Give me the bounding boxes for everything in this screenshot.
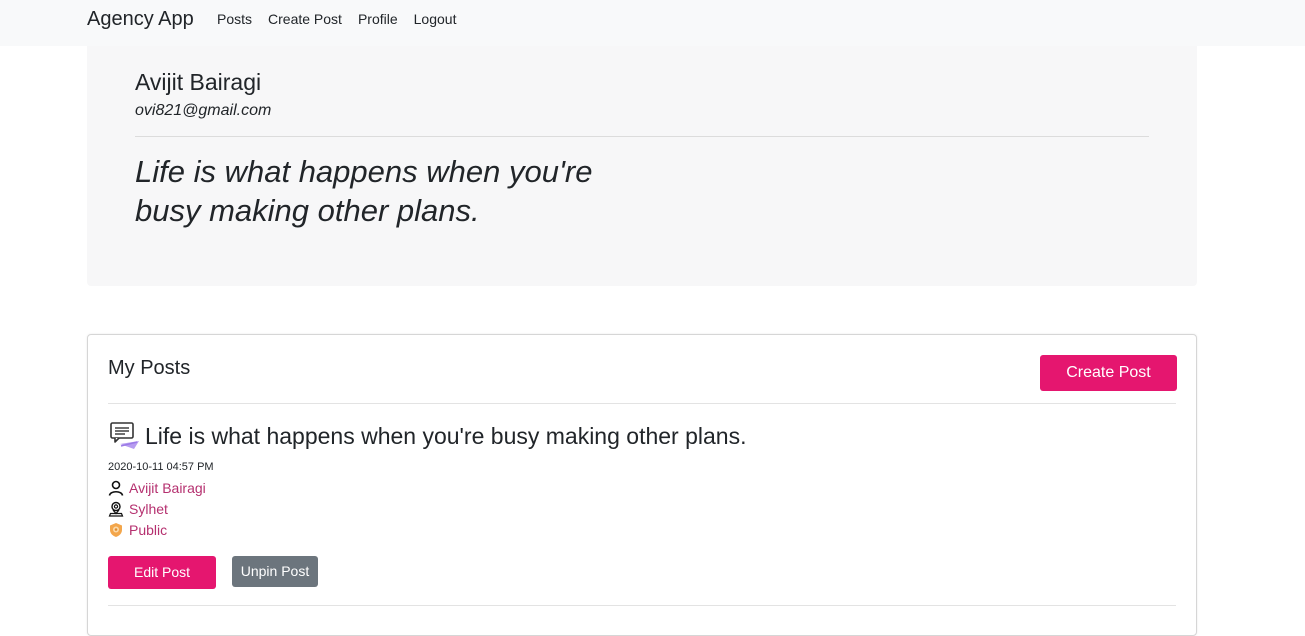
profile-quote: Life is what happens when you're busy ma…: [135, 154, 593, 228]
divider: [108, 605, 1176, 606]
post-author-row: Avijit Bairagi: [108, 479, 206, 497]
post-location-link[interactable]: Sylhet: [129, 500, 168, 518]
post-location-row: Sylhet: [108, 500, 168, 518]
post-title: Life is what happens when you're busy ma…: [145, 423, 747, 449]
unpin-post-button[interactable]: Unpin Post: [232, 556, 318, 587]
create-post-button[interactable]: Create Post: [1040, 355, 1177, 391]
edit-post-button[interactable]: Edit Post: [108, 556, 216, 589]
post-author-link[interactable]: Avijit Bairagi: [129, 479, 206, 497]
divider: [108, 403, 1176, 404]
nav-link-logout[interactable]: Logout: [414, 11, 457, 27]
post-privacy-row: Public: [108, 521, 167, 539]
nav-links: Posts Create Post Profile Logout: [217, 11, 472, 27]
post-privacy-link[interactable]: Public: [129, 521, 167, 539]
location-pin-icon: [108, 501, 124, 517]
post-date: 2020-10-11 04:57 PM: [108, 461, 214, 473]
my-posts-card: My Posts Create Post Life is what happen…: [87, 334, 1197, 636]
nav-link-profile[interactable]: Profile: [358, 11, 398, 27]
divider: [135, 136, 1149, 137]
profile-jumbotron: Avijit Bairagi ovi821@gmail.com Life is …: [87, 46, 1197, 286]
my-posts-title: My Posts: [108, 357, 191, 379]
user-icon: [108, 480, 124, 496]
brand-logo-link[interactable]: Agency App: [87, 7, 194, 31]
profile-name: Avijit Bairagi: [135, 69, 262, 95]
chat-message-icon: [108, 420, 142, 454]
navbar: Agency App Posts Create Post Profile Log…: [0, 0, 1305, 46]
public-badge-icon: [108, 522, 124, 538]
profile-email: ovi821@gmail.com: [135, 102, 272, 119]
nav-link-posts[interactable]: Posts: [217, 11, 252, 27]
nav-link-create-post[interactable]: Create Post: [268, 11, 342, 27]
